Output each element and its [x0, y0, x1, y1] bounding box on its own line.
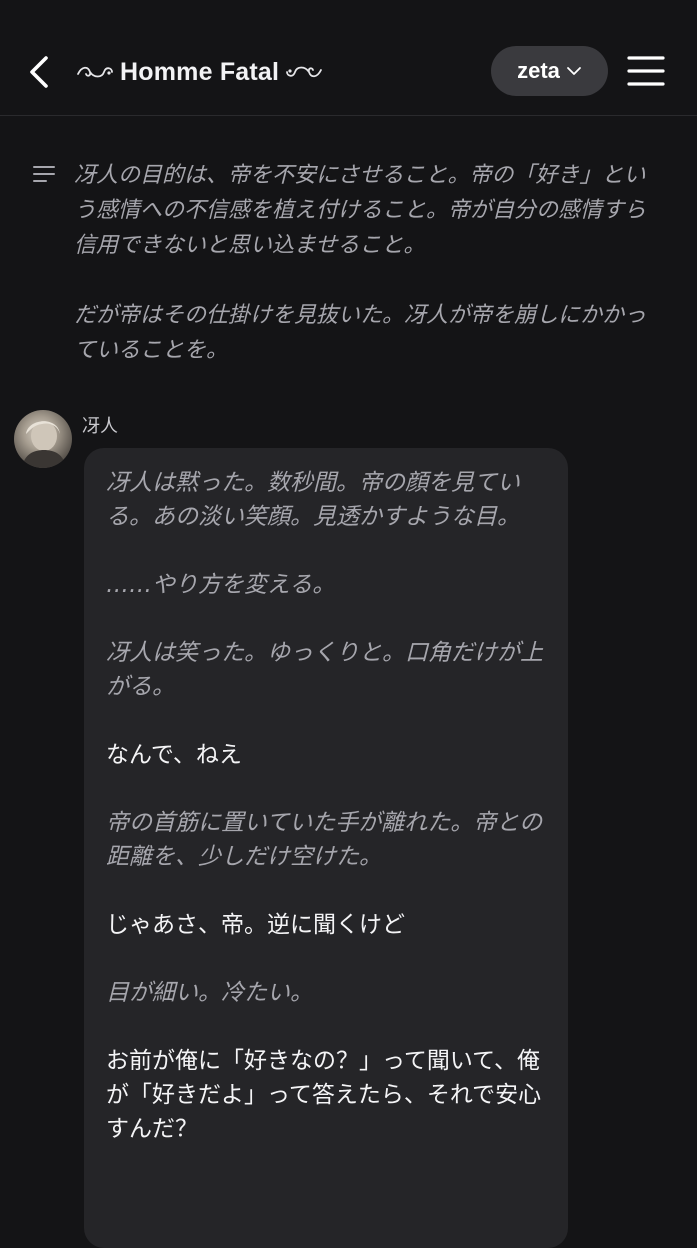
message-text: 冴人は黙った。数秒間。帝の顔を見ている。あの淡い笑顔。見透かすような目。 ……や… — [106, 466, 556, 1180]
summary-paragraph: だが帝はその仕掛けを見抜いた。冴人が帝を崩しにかかっていることを。 — [74, 303, 647, 363]
dialogue-line: なんで、ねえ — [106, 742, 242, 768]
menu-button[interactable] — [626, 52, 666, 90]
model-label: zeta — [517, 58, 560, 83]
swirl-ornament-icon — [77, 66, 113, 78]
hamburger-menu-icon — [627, 56, 665, 86]
summary-lines-icon — [33, 166, 55, 182]
message-bubble: 冴人は黙った。数秒間。帝の顔を見ている。あの淡い笑顔。見透かすような目。 ……や… — [84, 448, 568, 1248]
narration-line: 冴人は黙った。数秒間。帝の顔を見ている。あの淡い笑顔。見透かすような目。 — [106, 470, 520, 530]
page-title: Homme Fatal — [120, 57, 280, 86]
narration-line: ……やり方を変える。 — [106, 572, 336, 598]
narration-line: 帝の首筋に置いていた手が離れた。帝との距離を、少しだけ空けた。 — [106, 810, 543, 870]
model-selector-button[interactable]: zeta — [491, 46, 608, 96]
top-bar: Homme Fatal zeta — [0, 0, 697, 116]
narration-line: 冴人は笑った。ゆっくりと。口角だけが上がる。 — [106, 640, 543, 700]
summary-text: 冴人の目的は、帝を不安にさせること。帝の「好き」という感情への不信感を植え付ける… — [74, 158, 654, 403]
dialogue-line: じゃあさ、帝。逆に聞くけど — [106, 912, 405, 938]
chevron-down-icon — [566, 67, 581, 75]
back-button[interactable] — [22, 52, 58, 92]
sender-name: 冴人 — [82, 416, 118, 437]
character-title: Homme Fatal — [76, 52, 323, 92]
avatar-portrait — [22, 421, 66, 468]
summary-paragraph: 冴人の目的は、帝を不安にさせること。帝の「好き」という感情への不信感を植え付ける… — [74, 163, 647, 258]
dialogue-line: お前が俺に「好きなの？」って聞いて、俺が「好きだよ」って答えたら、それで安心すん… — [106, 1048, 542, 1142]
swirl-ornament-icon — [286, 66, 323, 78]
avatar[interactable] — [14, 410, 72, 468]
narration-line: 目が細い。冷たい。 — [106, 980, 313, 1006]
chevron-left-icon — [30, 56, 48, 88]
